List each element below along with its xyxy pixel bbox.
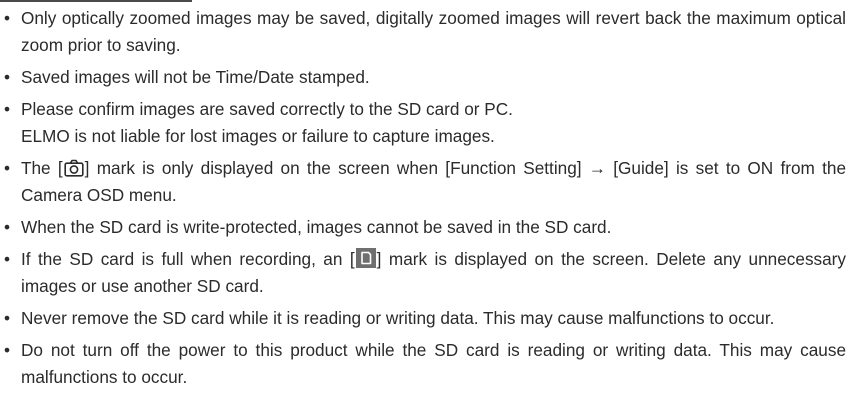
note-text-after: ] mark is only displayed on the screen w… [21, 158, 847, 205]
bullet: • [4, 8, 11, 28]
note-text: Do not turn off the power to this produc… [21, 340, 846, 387]
note-text: Only optically zoomed images may be save… [21, 8, 846, 55]
bullet: • [4, 99, 11, 120]
notes-list: • Only optically zoomed images may be sa… [4, 5, 846, 396]
note-remove-card: • Never remove the SD card while it is r… [4, 305, 846, 332]
sd-card-full-icon [355, 248, 376, 269]
section-divider [0, 0, 192, 2]
note-confirm-save: • Please confirm images are saved correc… [4, 96, 846, 123]
note-timestamp: • Saved images will not be Time/Date sta… [4, 64, 846, 91]
bullet: • [4, 158, 11, 179]
bullet: • [4, 66, 11, 87]
note-text: ELMO is not liable for lost images or fa… [21, 125, 495, 146]
camera-icon [64, 159, 84, 177]
bullet: • [4, 249, 11, 270]
note-text: When the SD card is write-protected, ima… [21, 216, 612, 237]
note-write-protected: • When the SD card is write-protected, i… [4, 214, 846, 241]
note-text: Saved images will not be Time/Date stamp… [21, 66, 370, 87]
note-power-off: • Do not turn off the power to this prod… [4, 337, 846, 390]
bullet: • [4, 308, 11, 329]
note-text: Please confirm images are saved correctl… [21, 99, 513, 120]
note-text: Never remove the SD card while it is rea… [21, 308, 775, 329]
bullet: • [4, 340, 11, 361]
note-camera-mark: • The [ ] mark is only displayed on the … [4, 155, 846, 208]
note-optical-zoom: • Only optically zoomed images may be sa… [4, 5, 846, 58]
bullet: • [4, 216, 11, 237]
note-sd-full: • If the SD card is full when recording,… [4, 246, 846, 299]
note-liability: ELMO is not liable for lost images or fa… [4, 123, 846, 150]
note-text-before: If the SD card is full when recording, a… [21, 249, 355, 270]
note-text-before: The [ [21, 158, 63, 179]
